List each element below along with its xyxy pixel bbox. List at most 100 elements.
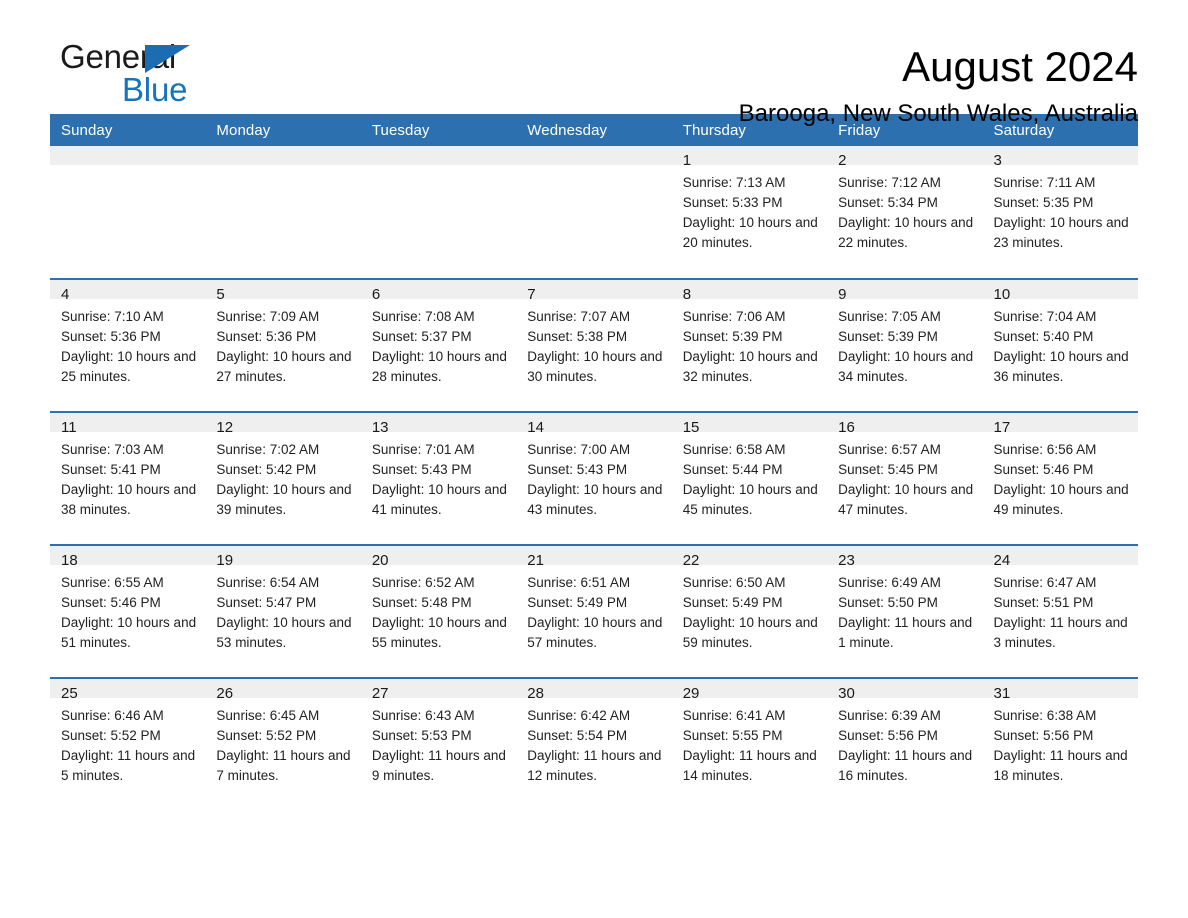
day-sun-details: Sunrise: 7:01 AM Sunset: 5:43 PM Dayligh… (371, 442, 507, 517)
day-sun-details: Sunrise: 6:38 AM Sunset: 5:56 PM Dayligh… (993, 708, 1128, 783)
day-number: 30 (827, 679, 983, 702)
calendar-day-cell[interactable]: 30 Sunrise: 6:39 AM Sunset: 5:56 PM Dayli… (827, 677, 983, 811)
day-sun-details: Sunrise: 7:03 AM Sunset: 5:41 PM Dayligh… (61, 442, 197, 517)
calendar-empty-cell (205, 146, 361, 279)
day-number: 27 (360, 679, 517, 702)
day-number: 9 (827, 280, 983, 303)
calendar-day-cell[interactable]: 27 Sunrise: 6:43 AM Sunset: 5:53 PM Dayli… (360, 677, 517, 811)
calendar-day-cell[interactable]: 6 Sunrise: 7:08 AM Sunset: 5:37 PM Daylig… (360, 278, 517, 412)
day-number: 22 (671, 546, 828, 569)
calendar-day-cell[interactable]: 23 Sunrise: 6:49 AM Sunset: 5:50 PM Dayli… (827, 544, 983, 678)
day-sun-details: Sunrise: 6:45 AM Sunset: 5:52 PM Dayligh… (216, 708, 351, 783)
calendar-day-cell[interactable]: 13 Sunrise: 7:01 AM Sunset: 5:43 PM Dayli… (360, 411, 517, 545)
day-number: 7 (516, 280, 672, 303)
day-number: 29 (671, 679, 828, 702)
day-number: 11 (50, 413, 206, 436)
sunrise-sunset-calendar-table: Sunday Monday Tuesday Wednesday Thursday Frid… (50, 114, 1138, 811)
calendar-day-cell[interactable]: 21 Sunrise: 6:51 AM Sunset: 5:49 PM Dayli… (516, 544, 672, 678)
logo-text-blue: Blue (122, 71, 188, 108)
calendar-day-cell[interactable]: 9 Sunrise: 7:05 AM Sunset: 5:39 PM Daylig… (827, 278, 983, 412)
day-sun-details: Sunrise: 7:02 AM Sunset: 5:42 PM Dayligh… (216, 442, 352, 517)
day-sun-details: Sunrise: 6:52 AM Sunset: 5:48 PM Dayligh… (371, 575, 507, 650)
calendar-day-cell[interactable]: 25 Sunrise: 6:46 AM Sunset: 5:52 PM Dayli… (50, 677, 206, 811)
calendar-day-cell[interactable]: 8 Sunrise: 7:06 AM Sunset: 5:39 PM Daylig… (671, 278, 828, 412)
calendar-day-cell[interactable]: 16 Sunrise: 6:57 AM Sunset: 5:45 PM Dayli… (827, 411, 983, 545)
calendar-day-cell[interactable]: 5 Sunrise: 7:09 AM Sunset: 5:36 PM Daylig… (205, 278, 361, 412)
title-block: August 2024 Barooga, New South Wales, Au… (739, 40, 1138, 130)
day-sun-details: Sunrise: 7:13 AM Sunset: 5:33 PM Dayligh… (682, 175, 818, 250)
location-subtitle: Barooga, New South Wales, Australia (738, 100, 1138, 127)
weekday-header-monday: Monday (205, 114, 361, 146)
calendar-empty-cell (50, 146, 206, 279)
calendar-day-cell[interactable]: 28 Sunrise: 6:42 AM Sunset: 5:54 PM Dayli… (516, 677, 672, 811)
day-number: 28 (516, 679, 672, 702)
day-number: 5 (205, 280, 361, 303)
calendar-empty-cell (516, 146, 672, 279)
calendar-week-row: 18 Sunrise: 6:55 AM Sunset: 5:46 PM Dayli… (50, 544, 1138, 678)
day-number: 18 (50, 546, 206, 569)
day-number: 17 (982, 413, 1138, 436)
calendar-day-cell[interactable]: 3 Sunrise: 7:11 AM Sunset: 5:35 PM Daylig… (982, 146, 1138, 279)
calendar-day-cell[interactable]: 24 Sunrise: 6:47 AM Sunset: 5:51 PM Dayli… (982, 544, 1138, 678)
calendar-day-cell[interactable]: 1 Sunrise: 7:13 AM Sunset: 5:33 PM Daylig… (671, 146, 828, 279)
page-header: General Blue August 2024 Barooga, New So… (50, 0, 1138, 128)
day-sun-details: Sunrise: 7:11 AM Sunset: 5:35 PM Dayligh… (993, 175, 1129, 250)
calendar-day-cell[interactable]: 10 Sunrise: 7:04 AM Sunset: 5:40 PM Dayli… (982, 278, 1138, 412)
calendar-day-cell[interactable]: 20 Sunrise: 6:52 AM Sunset: 5:48 PM Dayli… (360, 544, 517, 678)
day-sun-details: Sunrise: 6:54 AM Sunset: 5:47 PM Dayligh… (216, 575, 352, 650)
day-sun-details (361, 165, 516, 173)
day-number (360, 146, 517, 165)
calendar-day-cell[interactable]: 15 Sunrise: 6:58 AM Sunset: 5:44 PM Dayli… (671, 411, 828, 545)
calendar-page: General Blue August 2024 Barooga, New So… (0, 0, 1188, 918)
day-sun-details: Sunrise: 6:50 AM Sunset: 5:49 PM Dayligh… (682, 575, 818, 650)
general-blue-logo: General Blue (50, 40, 280, 112)
day-sun-details: Sunrise: 6:43 AM Sunset: 5:53 PM Dayligh… (371, 708, 506, 783)
calendar-day-cell[interactable]: 22 Sunrise: 6:50 AM Sunset: 5:49 PM Dayli… (671, 544, 828, 678)
day-sun-details: Sunrise: 6:58 AM Sunset: 5:44 PM Dayligh… (682, 442, 818, 517)
day-number: 23 (827, 546, 983, 569)
calendar-day-cell[interactable]: 11 Sunrise: 7:03 AM Sunset: 5:41 PM Dayli… (50, 411, 206, 545)
calendar-day-cell[interactable]: 14 Sunrise: 7:00 AM Sunset: 5:43 PM Dayli… (516, 411, 672, 545)
day-number: 2 (827, 146, 983, 169)
day-number: 26 (205, 679, 361, 702)
calendar-day-cell[interactable]: 29 Sunrise: 6:41 AM Sunset: 5:55 PM Dayli… (671, 677, 828, 811)
calendar-day-cell[interactable]: 26 Sunrise: 6:45 AM Sunset: 5:52 PM Dayli… (205, 677, 361, 811)
day-number: 3 (982, 146, 1138, 169)
day-sun-details: Sunrise: 7:06 AM Sunset: 5:39 PM Dayligh… (682, 309, 818, 384)
day-sun-details: Sunrise: 6:57 AM Sunset: 5:45 PM Dayligh… (838, 442, 974, 517)
calendar-day-cell[interactable]: 2 Sunrise: 7:12 AM Sunset: 5:34 PM Daylig… (827, 146, 983, 279)
calendar-body: 1 Sunrise: 7:13 AM Sunset: 5:33 PM Daylig… (50, 146, 1138, 811)
day-sun-details: Sunrise: 7:08 AM Sunset: 5:37 PM Dayligh… (371, 309, 507, 384)
day-number: 10 (982, 280, 1138, 303)
day-number: 14 (516, 413, 672, 436)
calendar-day-cell[interactable]: 31 Sunrise: 6:38 AM Sunset: 5:56 PM Dayli… (982, 677, 1138, 811)
day-sun-details: Sunrise: 7:09 AM Sunset: 5:36 PM Dayligh… (216, 309, 352, 384)
day-sun-details: Sunrise: 7:05 AM Sunset: 5:39 PM Dayligh… (838, 309, 974, 384)
day-sun-details: Sunrise: 7:12 AM Sunset: 5:34 PM Dayligh… (838, 175, 974, 250)
day-number: 20 (360, 546, 517, 569)
day-number: 24 (982, 546, 1138, 569)
calendar-day-cell[interactable]: 12 Sunrise: 7:02 AM Sunset: 5:42 PM Dayli… (205, 411, 361, 545)
day-sun-details: Sunrise: 6:41 AM Sunset: 5:55 PM Dayligh… (682, 708, 817, 783)
day-sun-details (516, 165, 671, 173)
day-sun-details: Sunrise: 6:42 AM Sunset: 5:54 PM Dayligh… (527, 708, 662, 783)
day-sun-details: Sunrise: 7:04 AM Sunset: 5:40 PM Dayligh… (993, 309, 1129, 384)
day-number: 16 (827, 413, 983, 436)
day-sun-details (50, 165, 205, 173)
calendar-day-cell[interactable]: 18 Sunrise: 6:55 AM Sunset: 5:46 PM Dayli… (50, 544, 206, 678)
day-number: 25 (50, 679, 206, 702)
day-number (516, 146, 672, 165)
day-sun-details: Sunrise: 6:51 AM Sunset: 5:49 PM Dayligh… (527, 575, 663, 650)
page-title: August 2024 (902, 43, 1138, 90)
weekday-header-sunday: Sunday (50, 114, 206, 146)
day-number: 31 (982, 679, 1138, 702)
calendar-day-cell[interactable]: 7 Sunrise: 7:07 AM Sunset: 5:38 PM Daylig… (516, 278, 672, 412)
calendar-day-cell[interactable]: 4 Sunrise: 7:10 AM Sunset: 5:36 PM Daylig… (50, 278, 206, 412)
day-sun-details: Sunrise: 6:39 AM Sunset: 5:56 PM Dayligh… (838, 708, 973, 783)
calendar-day-cell[interactable]: 19 Sunrise: 6:54 AM Sunset: 5:47 PM Dayli… (205, 544, 361, 678)
day-number: 4 (50, 280, 206, 303)
weekday-header-tuesday: Tuesday (360, 114, 517, 146)
day-number: 15 (671, 413, 828, 436)
day-number: 1 (671, 146, 828, 169)
calendar-day-cell[interactable]: 17 Sunrise: 6:56 AM Sunset: 5:46 PM Dayli… (982, 411, 1138, 545)
